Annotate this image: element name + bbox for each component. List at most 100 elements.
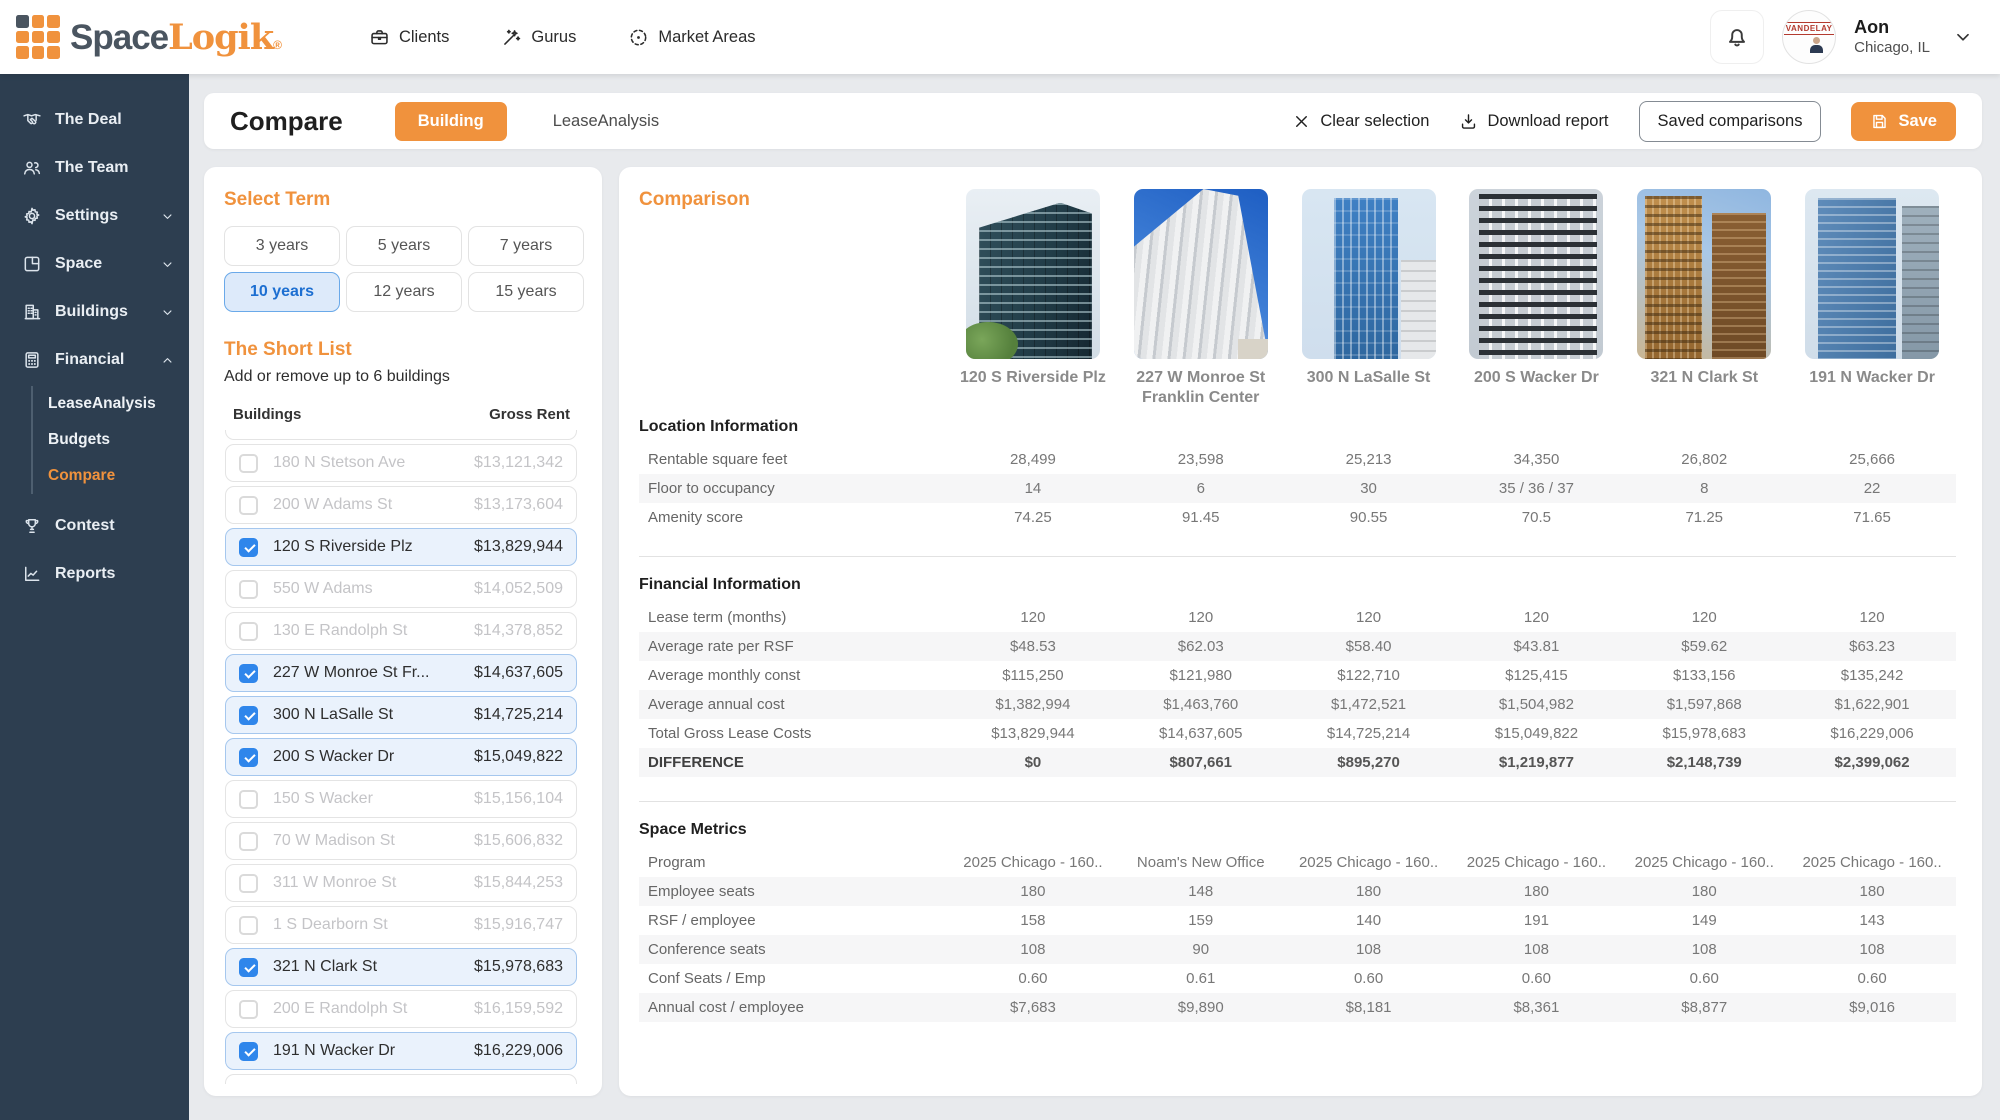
list-item[interactable]: 70 W Madison St$15,606,832 [225, 822, 577, 860]
list-item[interactable]: 130 E Randolph St$14,378,852 [225, 612, 577, 650]
list-item[interactable]: 550 W Adams$14,052,509 [225, 570, 577, 608]
comparison-column-header: 120 S Riverside Plz [949, 189, 1117, 408]
section-space-metrics: Space MetricsProgram2025 Chicago - 160..… [639, 801, 1956, 1022]
sidebar-subitem-compare[interactable]: Compare [33, 458, 189, 494]
row-value: $14,637,605 [1117, 725, 1285, 742]
checkbox[interactable] [239, 622, 258, 641]
row-value: $125,415 [1452, 667, 1620, 684]
tab-leaseanalysis[interactable]: LeaseAnalysis [553, 112, 659, 131]
row-value: $58.40 [1285, 638, 1453, 655]
checkbox[interactable] [239, 1000, 258, 1019]
row-value: $63.23 [1788, 638, 1956, 655]
nav-item-market-areas[interactable]: Market Areas [628, 27, 755, 48]
sidebar-item-financial[interactable]: Financial [0, 336, 189, 384]
checkbox-checked[interactable] [239, 706, 258, 725]
calculator-icon [22, 350, 42, 370]
sidebar-item-contest[interactable]: Contest [0, 502, 189, 550]
sidebar-subitem-leaseanalysis[interactable]: LeaseAnalysis [33, 386, 189, 422]
list-item[interactable]: 300 S Riverside Plz$16,445,056 [225, 1074, 577, 1084]
list-item[interactable]: 300 N LaSalle St$14,725,214 [225, 696, 577, 734]
row-value: $121,980 [1117, 667, 1285, 684]
checkbox-checked[interactable] [239, 664, 258, 683]
row-value: 30 [1285, 480, 1453, 497]
checkbox[interactable] [239, 496, 258, 515]
list-item[interactable]: 150 S Wacker$15,156,104 [225, 780, 577, 818]
building-name: 311 W Monroe St [273, 874, 396, 892]
row-value: 2025 Chicago - 160.. [1452, 854, 1620, 871]
nav-item-gurus[interactable]: Gurus [501, 27, 576, 48]
checkbox-checked[interactable] [239, 538, 258, 557]
chevron-down-icon[interactable] [1952, 26, 1974, 48]
term-button-10-years[interactable]: 10 years [224, 272, 340, 312]
term-button-3-years[interactable]: 3 years [224, 226, 340, 266]
building-gross-rent: $15,156,104 [474, 790, 563, 808]
tab-building[interactable]: Building [395, 102, 507, 141]
save-button[interactable]: Save [1851, 102, 1956, 141]
spacelogik-logo[interactable]: SpaceLogik® [0, 15, 281, 59]
user-menu[interactable]: Aon Chicago, IL [1854, 16, 1930, 57]
notifications-button[interactable] [1710, 10, 1764, 64]
list-item[interactable]: 321 N Clark St$15,978,683 [225, 948, 577, 986]
row-value: $8,181 [1285, 999, 1453, 1016]
building-gross-rent: $15,606,832 [474, 832, 563, 850]
checkbox[interactable] [239, 1084, 258, 1085]
row-value: 143 [1788, 912, 1956, 929]
row-label: Annual cost / employee [639, 999, 949, 1016]
checkbox[interactable] [239, 580, 258, 599]
term-button-15-years[interactable]: 15 years [468, 272, 584, 312]
building-name: 200 S Wacker Dr [273, 748, 394, 766]
comparison-photos-row: Comparison 120 S Riverside Plz227 W Monr… [639, 189, 1956, 408]
row-value: $1,597,868 [1620, 696, 1788, 713]
list-item[interactable]: 200 S Wacker Dr$15,049,822 [225, 738, 577, 776]
sidebar-item-the-team[interactable]: The Team [0, 144, 189, 192]
comparison-row: Average rate per RSF$48.53$62.03$58.40$4… [639, 632, 1956, 661]
row-value: 0.60 [1452, 970, 1620, 987]
checkbox-checked[interactable] [239, 958, 258, 977]
building-photo [1302, 189, 1436, 359]
layout-icon [22, 254, 42, 274]
nav-item-clients[interactable]: Clients [369, 27, 449, 48]
list-item[interactable]: 120 S Riverside Plz$13,829,944 [225, 528, 577, 566]
row-value: 35 / 36 / 37 [1452, 480, 1620, 497]
download-report-button[interactable]: Download report [1459, 112, 1608, 131]
sidebar-item-settings[interactable]: Settings [0, 192, 189, 240]
trophy-icon [22, 516, 42, 536]
clear-selection-button[interactable]: Clear selection [1292, 112, 1429, 131]
term-button-12-years[interactable]: 12 years [346, 272, 462, 312]
list-item[interactable]: 180 N Stetson Ave$13,121,342 [225, 444, 577, 482]
term-button-7-years[interactable]: 7 years [468, 226, 584, 266]
sidebar-item-space[interactable]: Space [0, 240, 189, 288]
building-name: 300 N LaSalle St [273, 706, 393, 724]
nav-item-label: Market Areas [658, 28, 755, 47]
list-item[interactable]: 200 W Adams St$13,173,604 [225, 486, 577, 524]
building-photo [1134, 189, 1268, 359]
avatar[interactable]: VANDELAY [1782, 10, 1836, 64]
row-value: $59.62 [1620, 638, 1788, 655]
sidebar-item-label: Reports [55, 565, 115, 583]
list-item[interactable]: 311 W Monroe St $15,844,253 [225, 864, 577, 902]
saved-comparisons-button[interactable]: Saved comparisons [1639, 101, 1822, 142]
checkbox[interactable] [239, 832, 258, 851]
buildings-list[interactable]: 180 N Stetson Ave$13,121,342 200 W Adams … [224, 430, 584, 1084]
list-item[interactable]: 191 N Wacker Dr$16,229,006 [225, 1032, 577, 1070]
sidebar-subitem-budgets[interactable]: Budgets [33, 422, 189, 458]
sidebar-item-buildings[interactable]: Buildings [0, 288, 189, 336]
term-button-5-years[interactable]: 5 years [346, 226, 462, 266]
row-value: 23,598 [1117, 451, 1285, 468]
building-gross-rent: $14,052,509 [474, 580, 563, 598]
sidebar-item-the-deal[interactable]: The Deal [0, 96, 189, 144]
building-gross-rent: $15,844,253 [474, 874, 563, 892]
list-item[interactable]: 227 W Monroe St Fr...$14,637,605 [225, 654, 577, 692]
shortlist-subtitle: Add or remove up to 6 buildings [224, 368, 584, 386]
checkbox[interactable] [239, 874, 258, 893]
checkbox[interactable] [239, 454, 258, 473]
checkbox[interactable] [239, 790, 258, 809]
list-item[interactable]: 1 S Dearborn St$15,916,747 [225, 906, 577, 944]
row-label: Total Gross Lease Costs [639, 725, 949, 742]
comparison-column-header: 227 W Monroe St Franklin Center [1117, 189, 1285, 408]
checkbox[interactable] [239, 916, 258, 935]
checkbox-checked[interactable] [239, 748, 258, 767]
sidebar-item-reports[interactable]: Reports [0, 550, 189, 598]
checkbox-checked[interactable] [239, 1042, 258, 1061]
list-item[interactable]: 200 E Randolph St$16,159,592 [225, 990, 577, 1028]
